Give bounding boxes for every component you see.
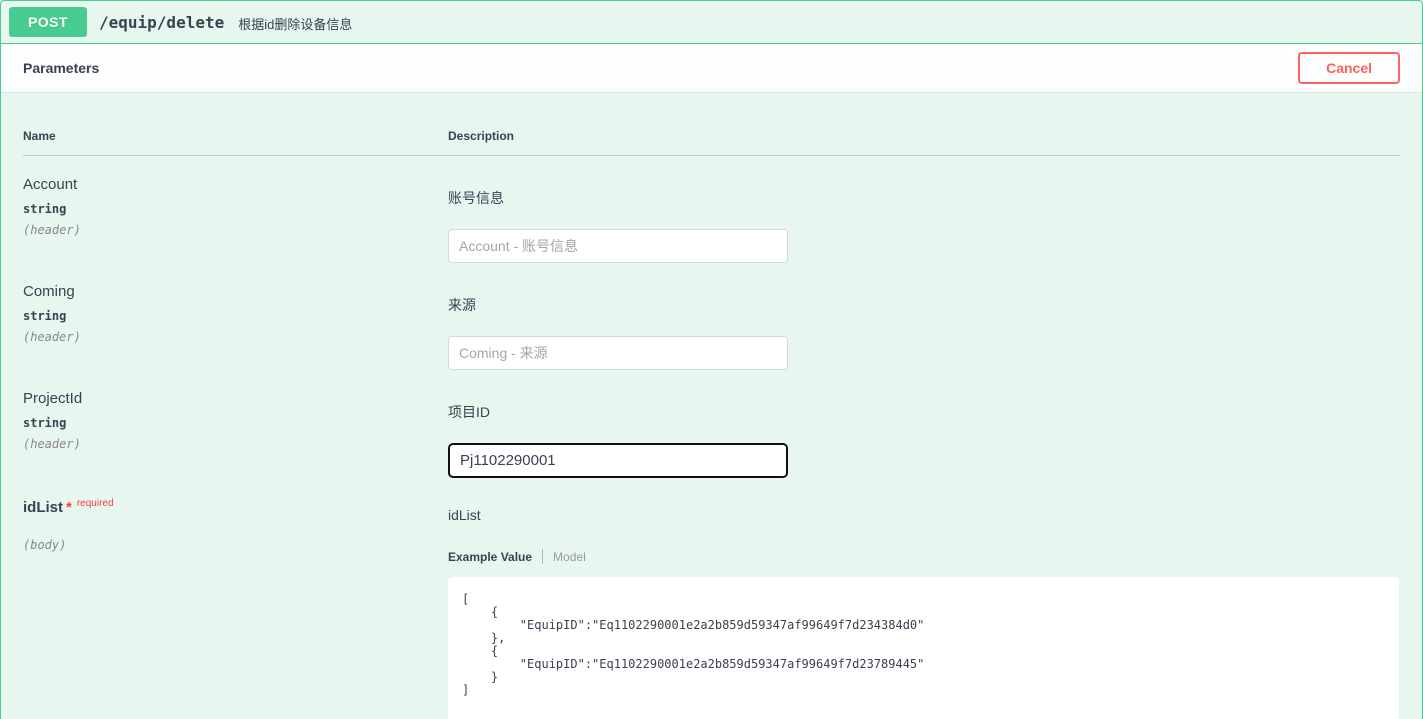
column-header-name: Name — [23, 129, 448, 143]
required-asterisk: * — [66, 499, 72, 516]
parameter-description: 项目ID — [448, 390, 1400, 422]
example-json: [ { "EquipID":"Eq1102290001e2a2b859d5934… — [462, 593, 1385, 697]
parameters-table-header: Name Description — [23, 93, 1400, 156]
parameter-description: 来源 — [448, 283, 1400, 315]
parameter-name: Account — [23, 176, 448, 193]
parameter-row-coming: Coming string (header) 来源 — [23, 263, 1400, 370]
parameter-type: string — [23, 309, 448, 323]
parameter-description: 账号信息 — [448, 176, 1400, 208]
model-example-tabs: Example Value Model — [448, 549, 1400, 564]
parameter-name-cell: Coming string (header) — [23, 283, 448, 370]
parameter-location: (header) — [23, 437, 448, 451]
parameter-description-cell: 项目ID — [448, 390, 1400, 478]
parameter-name-cell: ProjectId string (header) — [23, 390, 448, 478]
example-value-block: [ { "EquipID":"Eq1102290001e2a2b859d5934… — [448, 577, 1399, 719]
parameters-title: Parameters — [23, 60, 99, 76]
opblock-summary[interactable]: POST /equip/delete 根据id删除设备信息 — [1, 1, 1422, 44]
parameter-type: string — [23, 416, 448, 430]
parameters-section-header: Parameters Cancel — [1, 44, 1422, 93]
parameter-description-cell: idList Example Value Model [ { "EquipID"… — [448, 498, 1400, 719]
required-label: required — [77, 498, 114, 509]
parameter-location: (header) — [23, 223, 448, 237]
parameter-name: idList* required — [23, 498, 448, 516]
parameter-name: ProjectId — [23, 390, 448, 407]
parameter-type: string — [23, 202, 448, 216]
parameter-row-projectid: ProjectId string (header) 项目ID — [23, 370, 1400, 478]
http-method-badge: POST — [9, 7, 87, 37]
parameter-row-idlist: idList*required (body) idList Example Va… — [23, 478, 1400, 719]
cancel-button[interactable]: Cancel — [1298, 52, 1400, 84]
parameters-body: Name Description Account string (header)… — [1, 93, 1422, 719]
parameter-location: (header) — [23, 330, 448, 344]
parameter-name-text: idList — [23, 499, 63, 516]
account-input[interactable] — [448, 229, 788, 263]
post-opblock: POST /equip/delete 根据id删除设备信息 Parameters… — [0, 0, 1423, 719]
parameter-description-cell: 账号信息 — [448, 176, 1400, 263]
column-header-description: Description — [448, 129, 1400, 143]
tab-model[interactable]: Model — [543, 550, 586, 564]
parameter-name: Coming — [23, 283, 448, 300]
parameter-row-account: Account string (header) 账号信息 — [23, 156, 1400, 263]
parameter-description: idList — [448, 498, 1400, 523]
endpoint-path: /equip/delete — [99, 13, 224, 32]
parameter-name-cell: idList* required (body) — [23, 498, 448, 719]
parameter-location: (body) — [23, 538, 448, 552]
tab-example-value[interactable]: Example Value — [448, 550, 542, 564]
endpoint-summary: 根据id删除设备信息 — [238, 14, 352, 33]
parameter-description-cell: 来源 — [448, 283, 1400, 370]
parameter-name-cell: Account string (header) — [23, 176, 448, 263]
projectid-input[interactable] — [448, 443, 788, 478]
coming-input[interactable] — [448, 336, 788, 370]
